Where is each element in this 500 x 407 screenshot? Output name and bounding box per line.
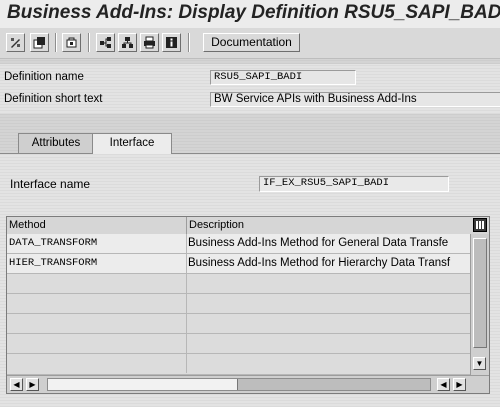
scroll-left-end-button[interactable]: ◀ — [437, 378, 450, 391]
horizontal-scroll-thumb[interactable] — [48, 379, 238, 390]
definition-header: Definition name RSU5_SAPI_BADI Definitio… — [0, 64, 500, 114]
scroll-down-button[interactable]: ▼ — [473, 357, 486, 370]
scroll-left-button[interactable]: ◀ — [10, 378, 23, 391]
column-settings-icon[interactable] — [473, 218, 487, 232]
print-icon — [144, 36, 155, 49]
short-text-label: Definition short text — [4, 93, 103, 105]
tab-interface[interactable]: Interface — [92, 133, 172, 154]
method-cell: HIER_TRANSFORM — [7, 254, 187, 273]
hierarchy-button[interactable] — [118, 33, 137, 52]
table-header: Method Description — [7, 217, 489, 235]
table-row-empty[interactable] — [7, 334, 470, 354]
display-change-button[interactable] — [6, 33, 25, 52]
vertical-scroll-thumb[interactable] — [473, 238, 487, 348]
other-object-icon — [66, 37, 77, 48]
horizontal-scroll-track[interactable] — [47, 378, 431, 391]
interface-name-label: Interface name — [10, 177, 91, 191]
display-change-icon — [11, 38, 20, 48]
application-toolbar: Documentation — [0, 28, 500, 59]
methods-table: Method Description DATA_TRANSFORM Busine… — [6, 216, 490, 394]
interface-name-field[interactable]: IF_EX_RSU5_SAPI_BADI — [259, 176, 449, 192]
hierarchy-icon — [122, 37, 133, 48]
table-row-empty[interactable] — [7, 294, 470, 314]
where-used-icon — [100, 37, 111, 48]
info-button[interactable] — [162, 33, 181, 52]
definition-name-field[interactable]: RSU5_SAPI_BADI — [210, 70, 356, 85]
table-row[interactable]: DATA_TRANSFORM Business Add-Ins Method f… — [7, 234, 470, 254]
window-title: Business Add-Ins: Display Definition RSU… — [7, 2, 500, 23]
scroll-right-button[interactable]: ▶ — [26, 378, 39, 391]
vertical-scrollbar[interactable]: ▼ — [470, 234, 489, 375]
documentation-button[interactable]: Documentation — [203, 33, 300, 52]
short-text-field[interactable]: BW Service APIs with Business Add-Ins — [210, 92, 500, 107]
print-button[interactable] — [140, 33, 159, 52]
table-row-empty[interactable] — [7, 274, 470, 294]
horizontal-scrollbar[interactable]: ◀ ▶ ◀ ▶ — [7, 375, 489, 393]
info-icon — [166, 37, 177, 48]
active-inactive-icon — [33, 37, 45, 49]
other-object-button[interactable] — [62, 33, 81, 52]
column-header-method[interactable]: Method — [7, 217, 187, 234]
table-row[interactable]: HIER_TRANSFORM Business Add-Ins Method f… — [7, 254, 470, 274]
description-cell: Business Add-Ins Method for Hierarchy Da… — [188, 257, 451, 269]
active-inactive-button[interactable] — [30, 33, 49, 52]
column-header-description[interactable]: Description — [187, 217, 470, 234]
where-used-button[interactable] — [96, 33, 115, 52]
title-bar: Business Add-Ins: Display Definition RSU… — [0, 0, 500, 28]
method-cell: DATA_TRANSFORM — [7, 234, 187, 253]
description-cell: Business Add-Ins Method for General Data… — [188, 237, 449, 249]
tab-attributes[interactable]: Attributes — [18, 133, 94, 153]
table-row-empty[interactable] — [7, 354, 470, 375]
definition-name-label: Definition name — [4, 71, 84, 83]
table-row-empty[interactable] — [7, 314, 470, 334]
scroll-right-end-button[interactable]: ▶ — [453, 378, 466, 391]
